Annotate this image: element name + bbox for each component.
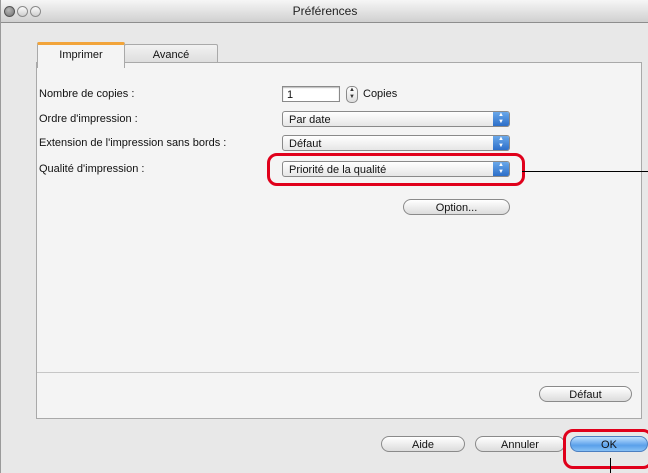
ok-callout-line xyxy=(610,458,611,473)
print-order-value: Par date xyxy=(289,114,331,126)
print-order-select[interactable]: Par date ▲ ▼ xyxy=(282,111,510,127)
chevron-updown-icon: ▲ ▼ xyxy=(493,112,509,126)
borderless-extension-value: Défaut xyxy=(289,138,322,150)
panel-divider xyxy=(37,372,639,373)
cancel-button[interactable]: Annuler xyxy=(475,436,565,452)
default-button[interactable]: Défaut xyxy=(539,386,632,402)
borderless-extension-select[interactable]: Défaut ▲ ▼ xyxy=(282,135,510,151)
quality-highlight-frame xyxy=(267,153,525,186)
print-quality-label: Qualité d'impression : xyxy=(39,163,145,175)
preferences-window: Préférences Imprimer Avancé Nombre de co… xyxy=(0,0,648,473)
tab-imprimer[interactable]: Imprimer xyxy=(37,42,125,68)
copies-suffix: Copies xyxy=(363,88,398,100)
option-button[interactable]: Option... xyxy=(403,199,510,215)
window-title: Préférences xyxy=(292,4,358,18)
help-button[interactable]: Aide xyxy=(381,436,465,452)
copies-input[interactable]: 1 xyxy=(282,86,340,102)
chevron-updown-icon: ▲ ▼ xyxy=(493,136,509,150)
ok-highlight-frame xyxy=(563,429,648,469)
borderless-extension-label: Extension de l'impression sans bords : xyxy=(39,137,227,149)
copies-label: Nombre de copies : xyxy=(39,88,135,100)
quality-callout-line xyxy=(522,171,648,172)
print-order-label: Ordre d'impression : xyxy=(39,113,138,125)
copies-stepper[interactable]: ▲ ▼ xyxy=(346,86,358,103)
title-bar[interactable]: Préférences xyxy=(1,0,648,23)
